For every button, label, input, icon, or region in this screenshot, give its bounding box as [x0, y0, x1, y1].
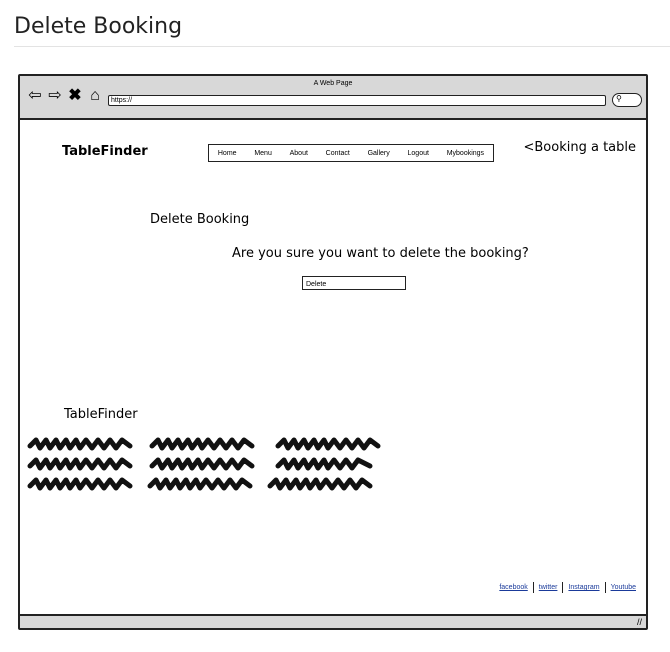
instagram-link[interactable]: Instagram: [568, 584, 599, 591]
window-title: A Web Page: [313, 80, 353, 87]
footer-link-separator: [604, 582, 606, 593]
site-logo[interactable]: TableFinder: [62, 144, 148, 159]
footer-logo: TableFinder: [64, 407, 138, 422]
nav-item-gallery[interactable]: Gallery: [368, 150, 390, 157]
page-content: TableFinder Home Menu About Contact Gall…: [20, 120, 646, 614]
delete-button[interactable]: Delete: [302, 276, 406, 290]
footer-link-separator: [562, 582, 564, 593]
browser-nav-icons: ⇦ ⇨ ✖ ⌂: [26, 88, 104, 104]
heading-divider: [14, 46, 670, 47]
browser-statusbar: //: [20, 614, 646, 628]
nav-item-about[interactable]: About: [290, 150, 308, 157]
booking-a-table-link[interactable]: <Booking a table: [523, 140, 636, 155]
footer-link-separator: [532, 582, 534, 593]
nav-menu: Home Menu About Contact Gallery Logout M…: [208, 144, 494, 162]
delete-confirmation-question: Are you sure you want to delete the book…: [232, 246, 529, 261]
page-heading: Delete Booking: [14, 14, 183, 39]
resize-grip-icon[interactable]: //: [637, 616, 642, 628]
home-icon[interactable]: ⌂: [86, 88, 104, 104]
nav-item-contact[interactable]: Contact: [326, 150, 350, 157]
browser-window-mockup: A Web Page ⇦ ⇨ ✖ ⌂ https:// ⚲ TableFinde…: [18, 74, 648, 630]
close-icon[interactable]: ✖: [66, 88, 84, 104]
nav-item-home[interactable]: Home: [218, 150, 237, 157]
section-title: Delete Booking: [150, 212, 250, 227]
twitter-link[interactable]: twitter: [539, 584, 558, 591]
nav-item-mybookings[interactable]: Mybookings: [447, 150, 484, 157]
search-icon: ⚲: [616, 94, 622, 103]
facebook-link[interactable]: facebook: [499, 584, 527, 591]
placeholder-text-scribble: [27, 437, 381, 491]
footer-social-links: facebook twitter Instagram Youtube: [499, 582, 636, 593]
forward-arrow-icon[interactable]: ⇨: [46, 88, 64, 104]
nav-item-menu[interactable]: Menu: [254, 150, 272, 157]
url-bar[interactable]: https://: [108, 95, 606, 106]
back-arrow-icon[interactable]: ⇦: [26, 88, 44, 104]
browser-titlebar: A Web Page ⇦ ⇨ ✖ ⌂ https:// ⚲: [20, 76, 646, 120]
search-button[interactable]: ⚲: [612, 93, 642, 107]
youtube-link[interactable]: Youtube: [611, 584, 636, 591]
nav-item-logout[interactable]: Logout: [408, 150, 429, 157]
